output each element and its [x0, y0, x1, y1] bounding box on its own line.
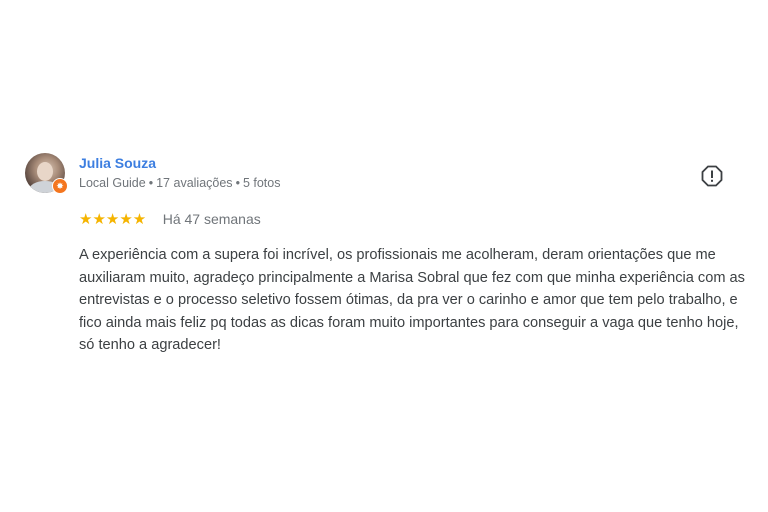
report-flag-icon[interactable] — [701, 165, 723, 187]
avatar-face — [37, 162, 53, 181]
rating-row: ★★★★★ Há 47 semanas — [79, 210, 261, 230]
author-name[interactable]: Julia Souza — [79, 155, 156, 171]
meta-separator: • — [235, 176, 240, 190]
photo-count: 5 fotos — [242, 176, 281, 190]
review-count: 17 avaliações — [156, 176, 233, 190]
local-guide-label: Local Guide — [79, 176, 146, 190]
review-text: A experiência com a supera foi incrível,… — [79, 247, 745, 353]
author-meta: Local Guide • 17 avaliações • 5 fotos — [79, 176, 280, 190]
avatar[interactable]: ✸ — [25, 153, 68, 194]
local-guide-badge-icon: ✸ — [52, 178, 68, 194]
meta-separator: • — [148, 176, 154, 190]
review-card: ✸ Julia Souza Local Guide • 17 avaliações •… — [0, 0, 768, 512]
review-date: Há 47 semanas — [162, 211, 261, 227]
star-rating: ★★★★★ — [79, 211, 147, 228]
